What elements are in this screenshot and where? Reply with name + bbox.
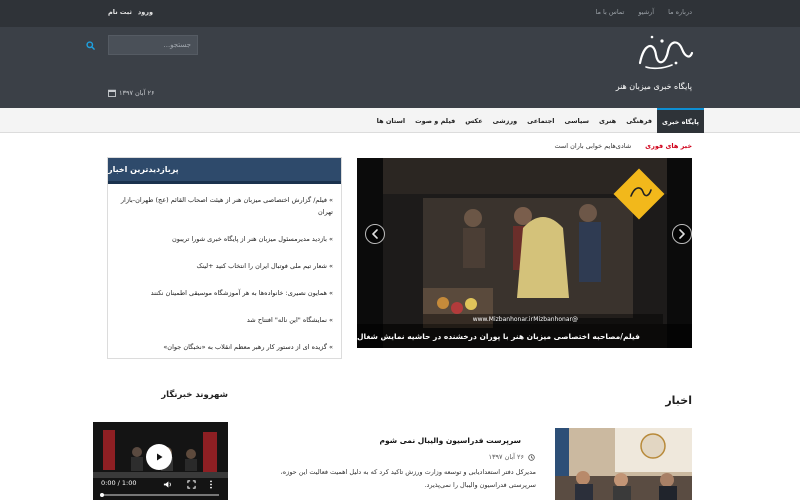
nav-item-cultural[interactable]: فرهنگی (621, 108, 657, 133)
video-controls: 0:00 / 1:00 (93, 478, 228, 500)
nav-item-photo[interactable]: عکس (460, 108, 487, 133)
about-link[interactable]: درباره ما (668, 8, 692, 16)
citizen-section-title: شهروند خبرنگار (161, 390, 228, 400)
nav-item-political[interactable]: سیاسی (560, 108, 594, 133)
nav-item-art[interactable]: هنری (594, 108, 621, 133)
nav-item-social[interactable]: اجتماعی (522, 108, 559, 133)
video-progress-bar[interactable] (101, 494, 219, 496)
site-tagline: پایگاه خبری میزبان هنر (615, 82, 692, 91)
top-links: درباره ما آرشیو تماس با ما (596, 8, 693, 16)
date-text: ۲۶ آبان ۱۳۹۷ (119, 89, 155, 97)
most-visited-panel: پربازدیدترین اخبار » فیلم/ گزارش اختصاصی… (107, 157, 342, 359)
slider-watermark-handle: @Mizbanhonar (533, 316, 578, 323)
most-visited-item[interactable]: » شعار تیم ملی فوتبال ایران را انتخاب کن… (116, 260, 333, 272)
search-input[interactable] (95, 36, 197, 54)
news-item-date: ۲۶ آبان ۱۳۹۷ (489, 453, 535, 461)
site-header: پایگاه خبری میزبان هنر ۲۶ آبان ۱۳۹۷ (0, 27, 800, 108)
slider-caption[interactable]: فیلم/مصاحبه اختصاصی میزبان هنر با پوران … (357, 324, 692, 348)
more-options-icon[interactable] (209, 480, 213, 489)
news-item-excerpt: مدیرکل دفتر استعدادیابی و توسعه وزارت ور… (280, 468, 536, 489)
contact-link[interactable]: تماس با ما (596, 8, 625, 16)
slider-caption-text[interactable]: فیلم/مصاحبه اختصاصی میزبان هنر با پوران … (357, 332, 640, 341)
search-icon[interactable] (86, 36, 95, 54)
site-logo[interactable] (632, 33, 694, 73)
most-visited-item[interactable]: » بازدید مدیرمسئول میزبان هنر از پایگاه … (116, 233, 333, 245)
login-link[interactable]: ورود (138, 8, 153, 16)
slider-watermark-text: www.Mizbanhonar.ir (473, 316, 534, 323)
news-section-title: اخبار (665, 394, 692, 407)
most-visited-item[interactable]: » نمایشگاه "این ناله" افتتاح شد (116, 314, 333, 326)
nav-item-news-agency[interactable]: پایگاه خبری (657, 108, 704, 133)
video-progress-knob[interactable] (100, 493, 104, 497)
chevron-right-icon (679, 229, 685, 239)
citizen-video-player[interactable]: 0:00 / 1:00 (93, 422, 228, 500)
most-visited-header: پربازدیدترین اخبار (108, 158, 341, 184)
slider-prev-arrow[interactable] (365, 224, 385, 244)
chevron-left-icon (372, 229, 378, 239)
play-icon (157, 453, 163, 461)
top-bar: درباره ما آرشیو تماس با ما ورود ثبت نام (0, 0, 800, 27)
most-visited-item[interactable]: » گزیده ای از دستور کار رهبر معظم انقلاب… (116, 341, 333, 353)
featured-slider[interactable]: www.Mizbanhonar.ir @Mizbanhonar فیلم/مصا… (357, 158, 692, 348)
calendar-icon (108, 89, 116, 97)
nav-item-film-audio[interactable]: فیلم و صوت (410, 108, 460, 133)
most-visited-title: پربازدیدترین اخبار (108, 165, 179, 174)
volume-icon[interactable] (163, 480, 172, 489)
clock-icon (528, 453, 535, 461)
main-nav: پایگاه خبری فرهنگی هنری سیاسی اجتماعی ور… (0, 108, 800, 133)
search-box (86, 35, 198, 55)
news-item-date-text: ۲۶ آبان ۱۳۹۷ (488, 453, 524, 461)
slider-next-arrow[interactable] (672, 224, 692, 244)
most-visited-item[interactable]: » فیلم/ گزارش اختصاصی میزبان هنر از هیئت… (116, 194, 333, 218)
video-time: 0:00 / 1:00 (101, 479, 137, 487)
nav-item-sports[interactable]: ورزشی (488, 108, 523, 133)
register-link[interactable]: ثبت نام (108, 8, 132, 16)
current-date: ۲۶ آبان ۱۳۹۷ (108, 89, 154, 97)
featured-photo: www.Mizbanhonar.ir @Mizbanhonar (383, 158, 667, 348)
breaking-news-headline[interactable]: شادی‌هایم خوابی باران است (554, 142, 631, 150)
video-play-button[interactable] (146, 444, 172, 470)
auth-links: ورود ثبت نام (108, 8, 153, 16)
fullscreen-icon[interactable] (187, 480, 196, 489)
archive-link[interactable]: آرشیو (638, 8, 654, 16)
news-item-title[interactable]: سرپرست فدراسیون والیبال نمی شوم (380, 436, 521, 445)
most-visited-list: » فیلم/ گزارش اختصاصی میزبان هنر از هیئت… (108, 184, 341, 353)
most-visited-item[interactable]: » همایون نصیری: خانواده‌ها به هر آموزشگا… (116, 287, 333, 299)
breaking-news-label: خبر های فوری (645, 142, 692, 150)
breaking-news-ticker: خبر های فوری شادی‌هایم خوابی باران است (554, 142, 692, 150)
nav-item-provinces[interactable]: استان ها (372, 108, 410, 133)
news-item-image[interactable] (555, 428, 692, 500)
